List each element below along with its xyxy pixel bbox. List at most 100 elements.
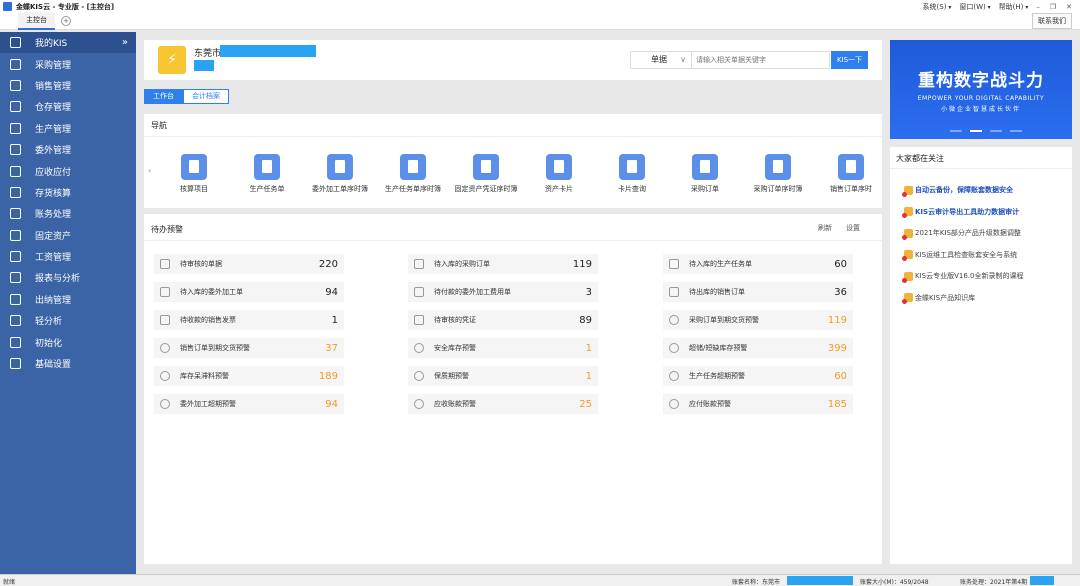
tab-main-console[interactable]: 主控台	[18, 12, 55, 30]
todo-label: 超储/短缺库存预警	[689, 344, 748, 352]
sidebar-item-cashier[interactable]: 出纳管理	[0, 289, 136, 310]
alert-icon	[160, 371, 170, 381]
sidebar-item-sales[interactable]: 销售管理	[0, 75, 136, 96]
todo-count: 37	[325, 342, 338, 354]
chevron-left-icon[interactable]: ‹	[148, 166, 151, 175]
focus-link[interactable]: 自动云备份，保障账套数据安全	[902, 185, 1013, 197]
todo-item[interactable]: 待审核的凭证 89	[408, 310, 598, 330]
nav-item[interactable]: 销售订单序时	[815, 154, 887, 194]
account-size: 账套大小(M)：459/2048	[860, 579, 929, 586]
sidebar-item-accounting[interactable]: 账务处理	[0, 203, 136, 224]
sidebar-item-basic-settings[interactable]: 基础设置	[0, 353, 136, 374]
todo-item[interactable]: 应付账款预警 185	[663, 394, 853, 414]
menu-help[interactable]: 帮助(H)	[999, 2, 1029, 12]
sidebar-item-light-analysis[interactable]: 轻分析	[0, 310, 136, 331]
close-icon[interactable]: ✕	[1066, 3, 1072, 11]
nav-item[interactable]: 采购订单	[669, 154, 741, 194]
sidebar-item-receivables[interactable]: 应收应付	[0, 160, 136, 181]
todo-item[interactable]: 销售订单到期交货预警 37	[154, 338, 344, 358]
payroll-icon	[10, 251, 21, 263]
sidebar-item-outsourcing[interactable]: 委外管理	[0, 139, 136, 160]
sidebar-item-label: 采购管理	[35, 60, 72, 71]
pager-dot[interactable]	[1010, 130, 1022, 132]
news-icon	[902, 293, 913, 304]
todo-item[interactable]: 待收款的销售发票 1	[154, 310, 344, 330]
todo-item[interactable]: 采购订单到期交货预警 119	[663, 310, 853, 330]
sidebar-item-payroll[interactable]: 工资管理	[0, 246, 136, 267]
sidebar-item-my-kis[interactable]: 我的KIS »	[0, 32, 136, 54]
menu-window[interactable]: 窗口(W)	[959, 2, 990, 12]
sidebar-item-production[interactable]: 生产管理	[0, 118, 136, 139]
nav-item[interactable]: 委外加工单序时簿	[304, 154, 376, 194]
receivable-icon	[10, 165, 21, 177]
minimize-icon[interactable]: –	[1036, 3, 1040, 11]
todo-item[interactable]: 库存呆滞料预警 189	[154, 366, 344, 386]
search-type-select[interactable]: 单据	[630, 51, 692, 69]
todo-label: 待入库的采购订单	[434, 260, 490, 268]
todo-label: 销售订单到期交货预警	[180, 344, 250, 352]
pager-dot[interactable]	[990, 130, 1002, 132]
sidebar-item-label: 初始化	[35, 338, 63, 349]
settings-link[interactable]: 设置	[846, 223, 860, 233]
todo-item[interactable]: 待入库的采购订单 119	[408, 254, 598, 274]
document-check-icon	[160, 287, 170, 297]
sidebar-item-init[interactable]: 初始化	[0, 331, 136, 352]
todo-item[interactable]: 待入库的委外加工单 94	[154, 282, 344, 302]
todo-item[interactable]: 待入库的生产任务单 60	[663, 254, 853, 274]
focus-link[interactable]: KIS云专业版V16.0全新录制的课程	[902, 271, 1023, 283]
sidebar-item-fixed-assets[interactable]: 固定资产	[0, 225, 136, 246]
contact-us-button[interactable]: 联系我们	[1032, 13, 1072, 29]
sidebar-item-label: 账务处理	[35, 210, 72, 221]
todo-item[interactable]: 待审核的单据 220	[154, 254, 344, 274]
menu-system[interactable]: 系统(S)	[923, 2, 952, 12]
sidebar-item-purchase[interactable]: 采购管理	[0, 53, 136, 74]
focus-link[interactable]: KIS运维工具检查账套安全与系统	[902, 250, 1017, 261]
collapse-icon[interactable]: »	[122, 37, 128, 48]
add-tab-icon[interactable]: +	[61, 16, 71, 26]
focus-link[interactable]: 金蝶KIS产品知识库	[902, 293, 975, 304]
focus-link-label: KIS云审计导出工具助力数据审计	[915, 207, 1020, 216]
refresh-link[interactable]: 刷新	[818, 223, 832, 233]
nav-item[interactable]: 资产卡片	[523, 154, 595, 194]
focus-link[interactable]: 2021年KIS部分产品升级数据调整	[902, 228, 1021, 240]
nav-item[interactable]: 核算项目	[158, 154, 230, 194]
tab-workbench[interactable]: 工作台	[144, 89, 183, 104]
todo-item[interactable]: 待出库的销售订单 36	[663, 282, 853, 302]
search-button[interactable]: KIS一下	[831, 51, 868, 69]
document-check-icon	[669, 259, 679, 269]
todo-item[interactable]: 超储/短缺库存预警 399	[663, 338, 853, 358]
redacted-company-name	[220, 45, 316, 57]
account-name: 账套名称：东莞市	[732, 579, 781, 586]
sidebar-item-label: 委外管理	[35, 146, 72, 157]
promo-banner[interactable]: 重构数字战斗力 EMPOWER YOUR DIGITAL CAPABILITY …	[890, 40, 1072, 139]
todo-item[interactable]: 应收账款预警 25	[408, 394, 598, 414]
sidebar-item-reports[interactable]: 报表与分析	[0, 267, 136, 288]
nav-item[interactable]: 卡片查询	[596, 154, 668, 194]
nav-item[interactable]: 生产任务单	[231, 154, 303, 194]
restore-icon[interactable]: ❐	[1050, 3, 1056, 11]
todo-item[interactable]: 保质期预警 1	[408, 366, 598, 386]
pager-dot[interactable]	[970, 130, 982, 132]
document-icon	[692, 154, 718, 180]
nav-item[interactable]: 固定资产凭证序时簿	[450, 154, 522, 194]
todo-count: 399	[827, 342, 847, 354]
main-content: ⚡ 东莞市 单据 KIS一下 工作台 会计档案 导航 ‹ 核算项目生产任务单委外…	[144, 40, 882, 564]
sidebar-item-warehouse[interactable]: 仓存管理	[0, 96, 136, 117]
pager-dot[interactable]	[950, 130, 962, 132]
todo-item[interactable]: 安全库存预警 1	[408, 338, 598, 358]
todo-item[interactable]: 待付款的委外加工费用单 3	[408, 282, 598, 302]
todo-item[interactable]: 生产任务超期预警 60	[663, 366, 853, 386]
sidebar-item-inventory[interactable]: 存货核算	[0, 182, 136, 203]
nav-item-label: 资产卡片	[545, 185, 573, 193]
tab-accounting-archive[interactable]: 会计档案	[183, 89, 229, 104]
outsourcing-icon	[10, 144, 21, 156]
search-input[interactable]	[692, 51, 830, 69]
document-check-icon	[414, 287, 424, 297]
document-check-icon	[414, 315, 424, 325]
focus-link[interactable]: KIS云审计导出工具助力数据审计	[902, 207, 1020, 218]
todo-label: 应收账款预警	[434, 400, 476, 408]
todo-count: 94	[325, 398, 338, 410]
nav-item[interactable]: 采购订单序时簿	[742, 154, 814, 194]
nav-item[interactable]: 生产任务单序时簿	[377, 154, 449, 194]
todo-item[interactable]: 委外加工超期预警 94	[154, 394, 344, 414]
